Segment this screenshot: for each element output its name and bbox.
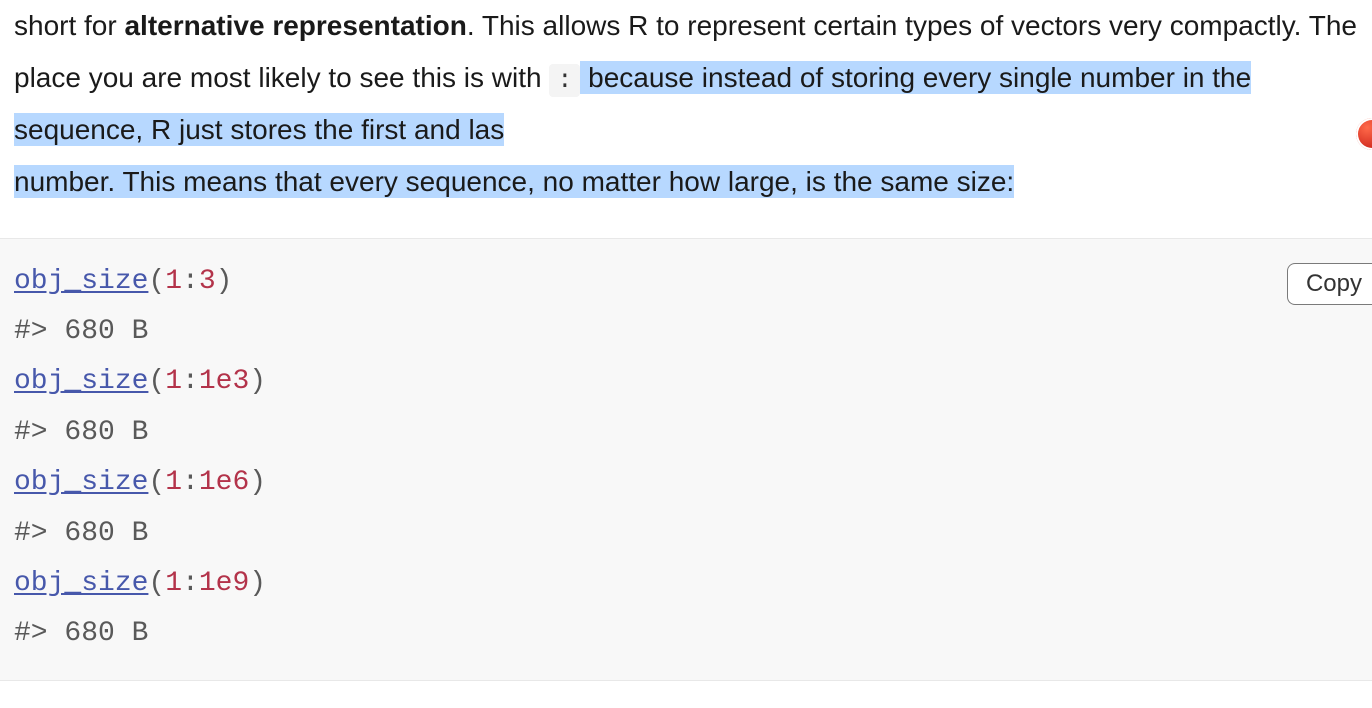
- code-num: 1: [165, 568, 182, 599]
- highlighted-text-b: number. This means that every sequence, …: [14, 165, 1014, 198]
- code-paren: ): [249, 467, 266, 498]
- code-op: :: [182, 467, 199, 498]
- code-num: 1e6: [199, 467, 249, 498]
- code-num: 1e3: [199, 366, 249, 397]
- code-num: 1e9: [199, 568, 249, 599]
- code-paren: (: [148, 366, 165, 397]
- copy-button[interactable]: Copy: [1287, 263, 1372, 306]
- code-fn: obj_size: [14, 467, 148, 498]
- code-paren: (: [148, 568, 165, 599]
- code-num: 1: [165, 366, 182, 397]
- code-paren: (: [148, 467, 165, 498]
- code-num: 1: [165, 266, 182, 297]
- document-content: short for alternative representation. Th…: [0, 0, 1372, 681]
- code-op: :: [182, 366, 199, 397]
- code-paren: ): [216, 266, 233, 297]
- code-output: #> 680 B: [14, 417, 148, 448]
- code-paren: ): [249, 366, 266, 397]
- code-output: #> 680 B: [14, 316, 148, 347]
- code-op: :: [182, 266, 199, 297]
- code-block: Copy obj_size(1:3) #> 680 B obj_size(1:1…: [0, 238, 1372, 681]
- text-pre-bold: short for: [14, 10, 124, 41]
- code-num: 3: [199, 266, 216, 297]
- code-output: #> 680 B: [14, 518, 148, 549]
- text-bold: alternative representation: [124, 10, 466, 41]
- code-pre: obj_size(1:3) #> 680 B obj_size(1:1e3) #…: [0, 239, 1372, 680]
- code-paren: ): [249, 568, 266, 599]
- code-op: :: [182, 568, 199, 599]
- code-fn: obj_size: [14, 568, 148, 599]
- paragraph: short for alternative representation. Th…: [14, 0, 1372, 208]
- code-output: #> 680 B: [14, 618, 148, 649]
- inline-code-colon: :: [549, 64, 580, 97]
- code-paren: (: [148, 266, 165, 297]
- code-num: 1: [165, 467, 182, 498]
- code-fn: obj_size: [14, 366, 148, 397]
- code-fn: obj_size: [14, 266, 148, 297]
